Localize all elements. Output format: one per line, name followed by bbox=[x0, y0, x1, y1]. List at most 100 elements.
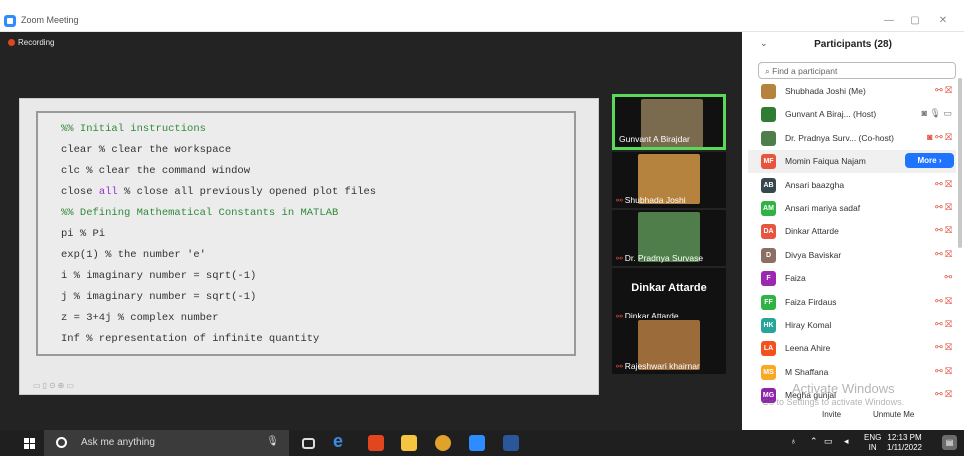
participant-name: Dinkar Attarde bbox=[785, 226, 839, 237]
zoom-taskbar-icon[interactable] bbox=[469, 435, 485, 451]
keyword-token: all bbox=[98, 186, 118, 198]
participant-row[interactable]: Shubhada Joshi (Me) ⚯ ⛝ bbox=[748, 80, 956, 103]
window-title-bar: Zoom Meeting — ▢ ✕ bbox=[0, 10, 964, 32]
taskbar-search-text: Ask me anything bbox=[81, 437, 155, 448]
more-button[interactable]: More › bbox=[905, 153, 954, 169]
mute-video-status-icons: ⚯ ⛝ bbox=[935, 85, 952, 95]
avatar: HK bbox=[761, 318, 776, 333]
participant-name: M Shaffana bbox=[785, 366, 829, 377]
speaker-icon[interactable]: ◂ bbox=[844, 436, 849, 447]
participant-name: Leena Ahire bbox=[785, 343, 831, 354]
mute-video-status-icons: ⚯ ⛝ bbox=[935, 248, 952, 259]
video-tile[interactable]: ⚯ Rajeshwari khairnar bbox=[612, 318, 726, 374]
shared-screen: %% Initial instructions clear % clear the… bbox=[19, 98, 599, 395]
participants-panel: ⌄ Participants (28) ⌕ Find a participant… bbox=[742, 32, 964, 430]
avatar: MS bbox=[761, 364, 776, 380]
notification-icon[interactable]: ▤ bbox=[942, 435, 957, 450]
share-toolbar-icons: ▭▯⊙⊕▭ bbox=[33, 381, 76, 390]
mute-video-status-icons: ⚯ ⛝ bbox=[935, 202, 952, 212]
code-line: z = 3+4j % complex number bbox=[61, 312, 219, 324]
video-tile[interactable]: Gunvant A Birajdar bbox=[612, 94, 726, 150]
mute-video-status-icons: ⚯ ⛝ bbox=[935, 178, 952, 189]
minimize-icon[interactable]: — bbox=[880, 13, 898, 28]
maximize-icon[interactable]: ▢ bbox=[906, 13, 924, 28]
participant-row[interactable]: Dr. Pradnya Surv... (Co-host) ◙ ⚯ ⛝ bbox=[748, 127, 956, 150]
edge-browser-icon[interactable]: e bbox=[333, 431, 349, 451]
office-icon[interactable] bbox=[368, 435, 384, 451]
avatar: FF bbox=[761, 294, 776, 310]
avatar: MF bbox=[761, 154, 776, 170]
participant-name: Faiza Firdaus bbox=[785, 296, 837, 307]
participant-row[interactable]: AM Ansari mariya sadaf ⚯ ⛝ bbox=[748, 197, 956, 220]
tray-chevron-icon[interactable]: ⌃ bbox=[810, 436, 818, 447]
participant-search-input[interactable]: ⌕ Find a participant bbox=[758, 62, 956, 79]
avatar: F bbox=[761, 271, 776, 287]
language-indicator[interactable]: ENG IN bbox=[864, 433, 881, 453]
recording-indicator[interactable]: Recording bbox=[8, 38, 54, 47]
video-tile[interactable]: ⚯ Shubhada Joshi bbox=[612, 152, 726, 208]
network-icon[interactable]: ▭ bbox=[824, 436, 833, 447]
participants-header: ⌄ Participants (28) bbox=[742, 32, 964, 58]
record-dot-icon bbox=[8, 39, 15, 46]
participant-name: Hiray Komal bbox=[785, 320, 832, 330]
tile-name: Dr. Pradnya Survase bbox=[624, 253, 704, 263]
participant-row[interactable]: MF Momin Faiqua Najam More › bbox=[748, 150, 956, 174]
tile-name: Rajeshwari khairnar bbox=[624, 361, 700, 371]
participant-row[interactable]: LA Leena Ahire ⚯ ⛝ bbox=[748, 337, 956, 360]
unmute-me-button[interactable]: Unmute Me bbox=[873, 410, 914, 419]
task-view-icon[interactable] bbox=[302, 438, 315, 449]
lang-top: ENG bbox=[864, 433, 882, 442]
participant-row[interactable]: Gunvant A Biraj... (Host) ◙ 🎙 ▭ bbox=[748, 103, 956, 126]
avatar: AB bbox=[761, 177, 776, 193]
video-tile[interactable]: ⚯ Dr. Pradnya Survase bbox=[612, 210, 726, 266]
clock-time: 12:13 PM bbox=[887, 433, 922, 442]
code-line: exp(1) % the number 'e' bbox=[61, 249, 206, 261]
chrome-icon[interactable] bbox=[435, 435, 451, 451]
mute-video-status-icons: ⚯ ⛝ bbox=[935, 295, 952, 306]
people-icon[interactable]: ♁ bbox=[790, 436, 797, 446]
windows-start-icon[interactable] bbox=[24, 438, 35, 449]
muted-mic-icon: ⚯ bbox=[616, 254, 623, 263]
participant-row[interactable]: AB Ansari baazgha ⚯ ⛝ bbox=[748, 174, 956, 197]
participant-row[interactable]: FF Faiza Firdaus ⚯ ⛝ bbox=[748, 291, 956, 314]
participant-row[interactable]: F Faiza ⚯ bbox=[748, 267, 956, 290]
participant-name: Faiza bbox=[785, 273, 806, 284]
participant-row[interactable]: D Divya Baviskar ⚯ ⛝ bbox=[748, 244, 956, 267]
code-line: i % imaginary number = sqrt(-1) bbox=[61, 270, 257, 282]
participant-row[interactable]: DA Dinkar Attarde ⚯ ⛝ bbox=[748, 220, 956, 243]
cortana-icon bbox=[56, 437, 67, 448]
participant-name: Ansari mariya sadaf bbox=[785, 203, 861, 213]
code-editor: %% Initial instructions clear % clear the… bbox=[36, 111, 576, 356]
participant-name: Dr. Pradnya Surv... (Co-host) bbox=[785, 132, 894, 143]
participant-row[interactable]: HK Hiray Komal ⚯ ⛝ bbox=[748, 314, 956, 337]
participant-name: Shubhada Joshi (Me) bbox=[785, 86, 866, 96]
participants-scrollbar[interactable] bbox=[958, 78, 962, 248]
code-line: clc % clear the command window bbox=[61, 165, 251, 177]
recording-label: Recording bbox=[18, 38, 55, 47]
mute-video-status-icons: ⚯ ⛝ bbox=[935, 319, 952, 329]
meeting-area: Recording %% Initial instructions clear %… bbox=[0, 32, 742, 430]
muted-mic-icon: ⚯ bbox=[616, 196, 623, 205]
participants-title: Participants (28) bbox=[814, 39, 892, 50]
participant-name: Divya Baviskar bbox=[785, 249, 842, 260]
tile-name: Gunvant A Birajdar bbox=[619, 134, 690, 144]
file-explorer-icon[interactable] bbox=[401, 435, 417, 451]
video-tile[interactable]: Dinkar Attarde ⚯ Dinkar Attarde bbox=[612, 268, 726, 324]
avatar: DA bbox=[761, 224, 776, 240]
avatar: LA bbox=[761, 341, 776, 357]
avatar bbox=[761, 107, 776, 123]
invite-button[interactable]: Invite bbox=[822, 410, 841, 419]
mute-video-status-icons: ⚯ ⛝ bbox=[935, 365, 952, 376]
taskbar-clock[interactable]: 12:13 PM 1/11/2022 bbox=[887, 433, 922, 453]
microphone-icon[interactable]: 🎙 bbox=[266, 436, 279, 447]
windows-taskbar: Ask me anything 🎙 e ♁ ⌃ ▭ ◂ ENG IN 12:13… bbox=[0, 430, 964, 456]
word-icon[interactable] bbox=[503, 435, 519, 451]
taskbar-search-box[interactable]: Ask me anything 🎙 bbox=[44, 430, 289, 456]
tile-name-label: Gunvant A Birajdar bbox=[619, 134, 690, 144]
code-line: j % imaginary number = sqrt(-1) bbox=[61, 291, 257, 303]
search-placeholder: Find a participant bbox=[772, 66, 838, 76]
window-title: Zoom Meeting bbox=[21, 15, 79, 25]
mute-video-status-icons: ⚯ bbox=[944, 272, 952, 283]
code-line: close all % close all previously opened … bbox=[61, 186, 377, 198]
close-icon[interactable]: ✕ bbox=[934, 13, 952, 28]
